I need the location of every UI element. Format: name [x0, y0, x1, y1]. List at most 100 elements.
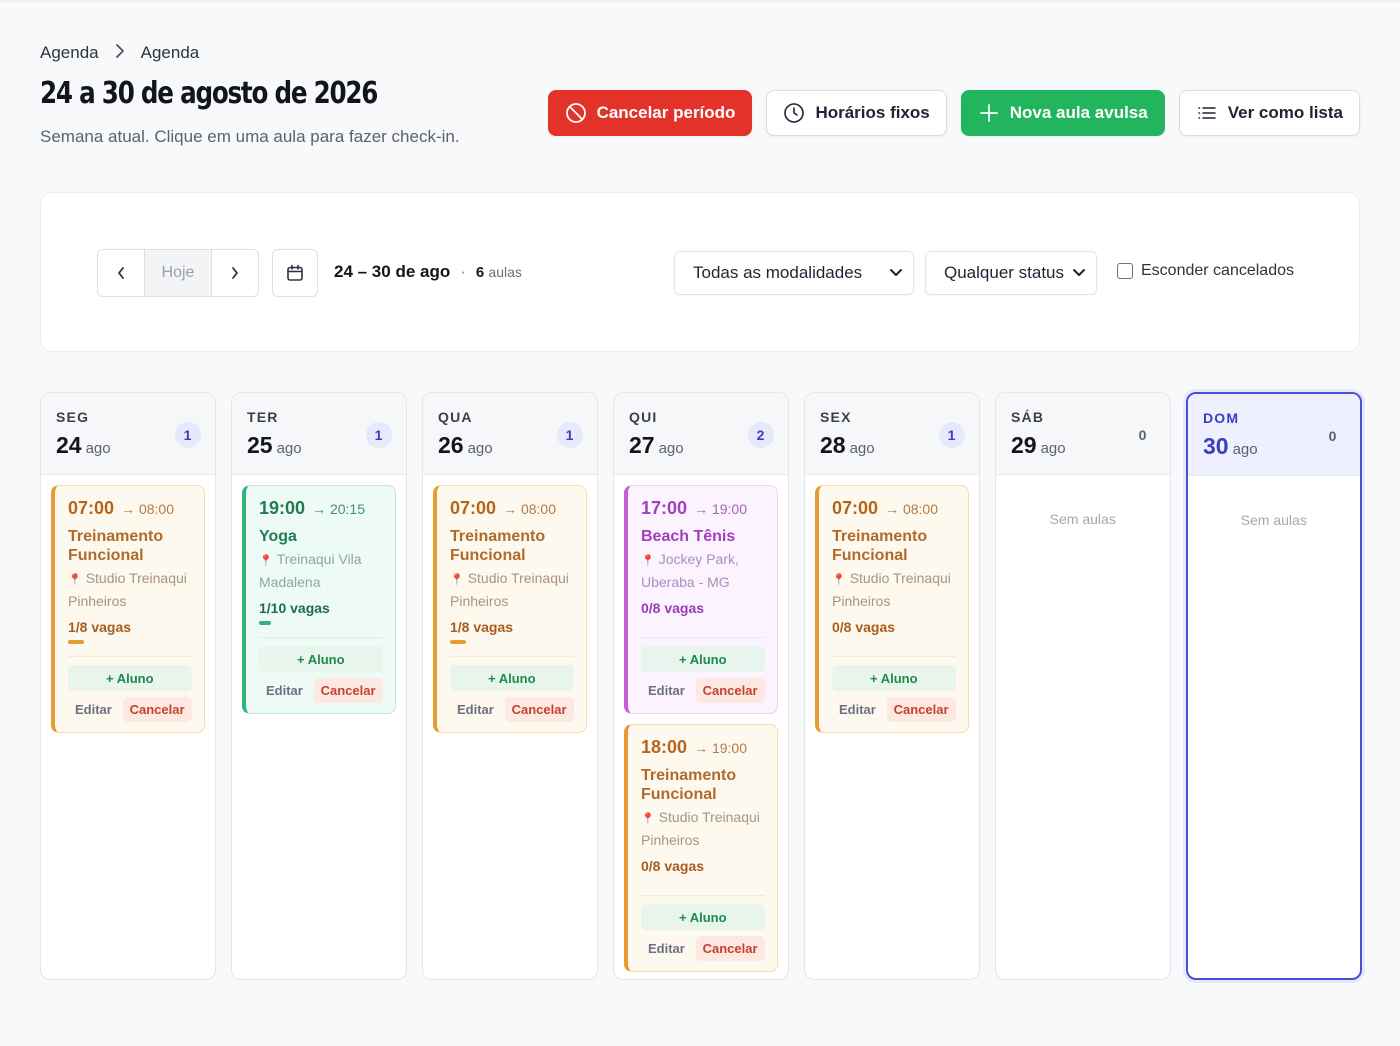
cancel-period-button[interactable]: Cancelar período — [547, 90, 753, 136]
new-class-button[interactable]: Nova aula avulsa — [960, 90, 1165, 136]
card-divider — [641, 637, 765, 638]
class-end-time: → 19:00 — [694, 501, 747, 517]
class-count-number: 6 — [475, 263, 485, 281]
status-select[interactable]: Qualquer status — [925, 251, 1097, 295]
class-location-text: Studio Treinaqui Pinheiros — [450, 570, 569, 609]
occupancy-bar — [641, 621, 765, 625]
class-card[interactable]: 19:00 → 20:15 Yoga 📍 Treinaqui Vila Madal… — [242, 485, 396, 714]
card-actions: Editar Cancelar — [641, 936, 765, 961]
cancel-class-button[interactable]: Cancelar — [886, 697, 956, 722]
class-card[interactable]: 07:00 → 08:00 Treinamento Funcional 📍 Stu… — [51, 485, 205, 733]
class-start-time: 18:00 — [641, 737, 688, 757]
class-card[interactable]: 07:00 → 08:00 Treinamento Funcional 📍 Stu… — [815, 485, 969, 733]
day-month: ago — [658, 440, 684, 457]
add-student-button[interactable]: + Aluno — [259, 646, 383, 672]
day-number: 27 ago — [629, 432, 684, 459]
class-card[interactable]: 17:00 → 19:00 Beach Tênis 📍 Jockey Park, … — [624, 485, 778, 714]
day-column: QUI 27 ago 2 17:00 → 19:00 Beach Tênis 📍 J… — [613, 392, 789, 980]
date-picker-button[interactable] — [272, 249, 318, 297]
class-location-text: Studio Treinaqui Pinheiros — [832, 570, 951, 609]
cancel-class-button[interactable]: Cancelar — [122, 697, 192, 722]
day-of-week: SÁB — [1011, 409, 1045, 425]
occupancy-bar — [832, 640, 956, 644]
day-month: ago — [1040, 440, 1066, 457]
class-card[interactable]: 18:00 → 19:00 Treinamento Funcional 📍 Stu… — [624, 724, 778, 972]
day-class-count: 0 — [1328, 428, 1337, 444]
add-student-button[interactable]: + Aluno — [641, 904, 765, 930]
range-text: 24 – 30 de ago — [334, 262, 451, 281]
hide-cancelled-checkbox[interactable] — [1117, 263, 1133, 279]
day-class-count: 1 — [174, 422, 201, 448]
fixed-hours-label: Horários fixos — [815, 103, 930, 122]
add-student-button[interactable]: + Aluno — [641, 646, 765, 672]
occupancy-bar — [450, 640, 574, 644]
edit-class-button[interactable]: Editar — [641, 936, 692, 961]
class-list: 07:00 → 08:00 Treinamento Funcional 📍 Stu… — [805, 475, 979, 733]
class-start-time: 07:00 — [832, 498, 879, 518]
cancel-class-button[interactable]: Cancelar — [695, 936, 765, 961]
range-label: 24 – 30 de ago · 6 aulas — [334, 262, 522, 282]
location-pin-icon: 📍 — [259, 555, 273, 567]
view-list-label: Ver como lista — [1227, 103, 1343, 122]
cancel-class-button[interactable]: Cancelar — [504, 697, 574, 722]
class-end-time: → 08:00 — [885, 501, 938, 517]
add-student-button[interactable]: + Aluno — [450, 665, 574, 691]
class-time: 17:00 → 19:00 — [641, 498, 765, 519]
edit-class-button[interactable]: Editar — [641, 678, 692, 703]
class-vacancies: 1/8 vagas — [68, 619, 132, 635]
card-divider — [450, 656, 574, 657]
class-start-time: 07:00 — [450, 498, 497, 518]
day-column: TER 25 ago 1 19:00 → 20:15 Yoga 📍 Treinaqu… — [231, 392, 407, 980]
next-week-button[interactable] — [212, 250, 258, 296]
day-of-week: DOM — [1203, 410, 1240, 426]
location-pin-icon: 📍 — [641, 555, 655, 567]
cancel-class-button[interactable]: Cancelar — [695, 678, 765, 703]
view-list-button[interactable]: Ver como lista — [1178, 90, 1360, 136]
day-number: 30 ago — [1203, 433, 1258, 460]
cancel-class-button[interactable]: Cancelar — [313, 678, 383, 703]
class-list: 07:00 → 08:00 Treinamento Funcional 📍 Stu… — [423, 475, 597, 733]
day-class-count: 1 — [365, 422, 392, 448]
class-title: Treinamento Funcional — [450, 528, 546, 564]
day-column: DOM 30 ago 0 Sem aulas — [1186, 392, 1362, 980]
location-pin-icon: 📍 — [832, 574, 846, 586]
edit-class-button[interactable]: Editar — [832, 697, 883, 722]
modality-select[interactable]: Todas as modalidades — [674, 251, 914, 295]
breadcrumb-root[interactable]: Agenda — [40, 43, 99, 63]
header-actions: Cancelar período Horários fixos Nova aul… — [547, 90, 1360, 136]
day-month: ago — [85, 440, 111, 457]
cancel-period-label: Cancelar período — [596, 103, 736, 122]
day-number-value: 29 — [1011, 432, 1037, 458]
day-class-count: 1 — [556, 422, 583, 448]
class-location: 📍 Studio Treinaqui Pinheiros — [68, 568, 192, 612]
fixed-hours-button[interactable]: Horários fixos — [766, 90, 947, 136]
today-button[interactable]: Hoje — [144, 250, 212, 296]
day-header: SEG 24 ago 1 — [41, 393, 215, 475]
day-class-count: 2 — [747, 422, 774, 448]
class-time: 07:00 → 08:00 — [450, 498, 574, 519]
class-time: 07:00 → 08:00 — [832, 498, 956, 519]
edit-class-button[interactable]: Editar — [450, 697, 501, 722]
chevron-right-icon — [232, 267, 238, 279]
day-number-value: 30 — [1203, 433, 1229, 459]
edit-class-button[interactable]: Editar — [259, 678, 310, 703]
class-card[interactable]: 07:00 → 08:00 Treinamento Funcional 📍 Stu… — [433, 485, 587, 733]
list-icon — [1196, 102, 1218, 124]
class-list: 19:00 → 20:15 Yoga 📍 Treinaqui Vila Madal… — [232, 475, 406, 714]
add-student-button[interactable]: + Aluno — [68, 665, 192, 691]
edit-class-button[interactable]: Editar — [68, 697, 119, 722]
hide-cancelled-toggle[interactable]: Esconder cancelados — [1117, 262, 1294, 280]
chevron-left-icon — [118, 267, 124, 279]
card-actions: Editar Cancelar — [450, 697, 574, 722]
add-student-button[interactable]: + Aluno — [832, 665, 956, 691]
class-time: 18:00 → 19:00 — [641, 737, 765, 758]
day-column: SÁB 29 ago 0 Sem aulas — [995, 392, 1171, 980]
calendar-icon — [287, 264, 303, 281]
card-actions: Editar Cancelar — [641, 678, 765, 703]
occupancy-bar — [641, 879, 765, 883]
day-number: 29 ago — [1011, 432, 1066, 459]
class-end-time: → 20:15 — [312, 501, 365, 517]
day-column: SEX 28 ago 1 07:00 → 08:00 Treinamento Fu… — [804, 392, 980, 980]
prev-week-button[interactable] — [98, 250, 144, 296]
week-navigation: Hoje — [97, 249, 259, 297]
